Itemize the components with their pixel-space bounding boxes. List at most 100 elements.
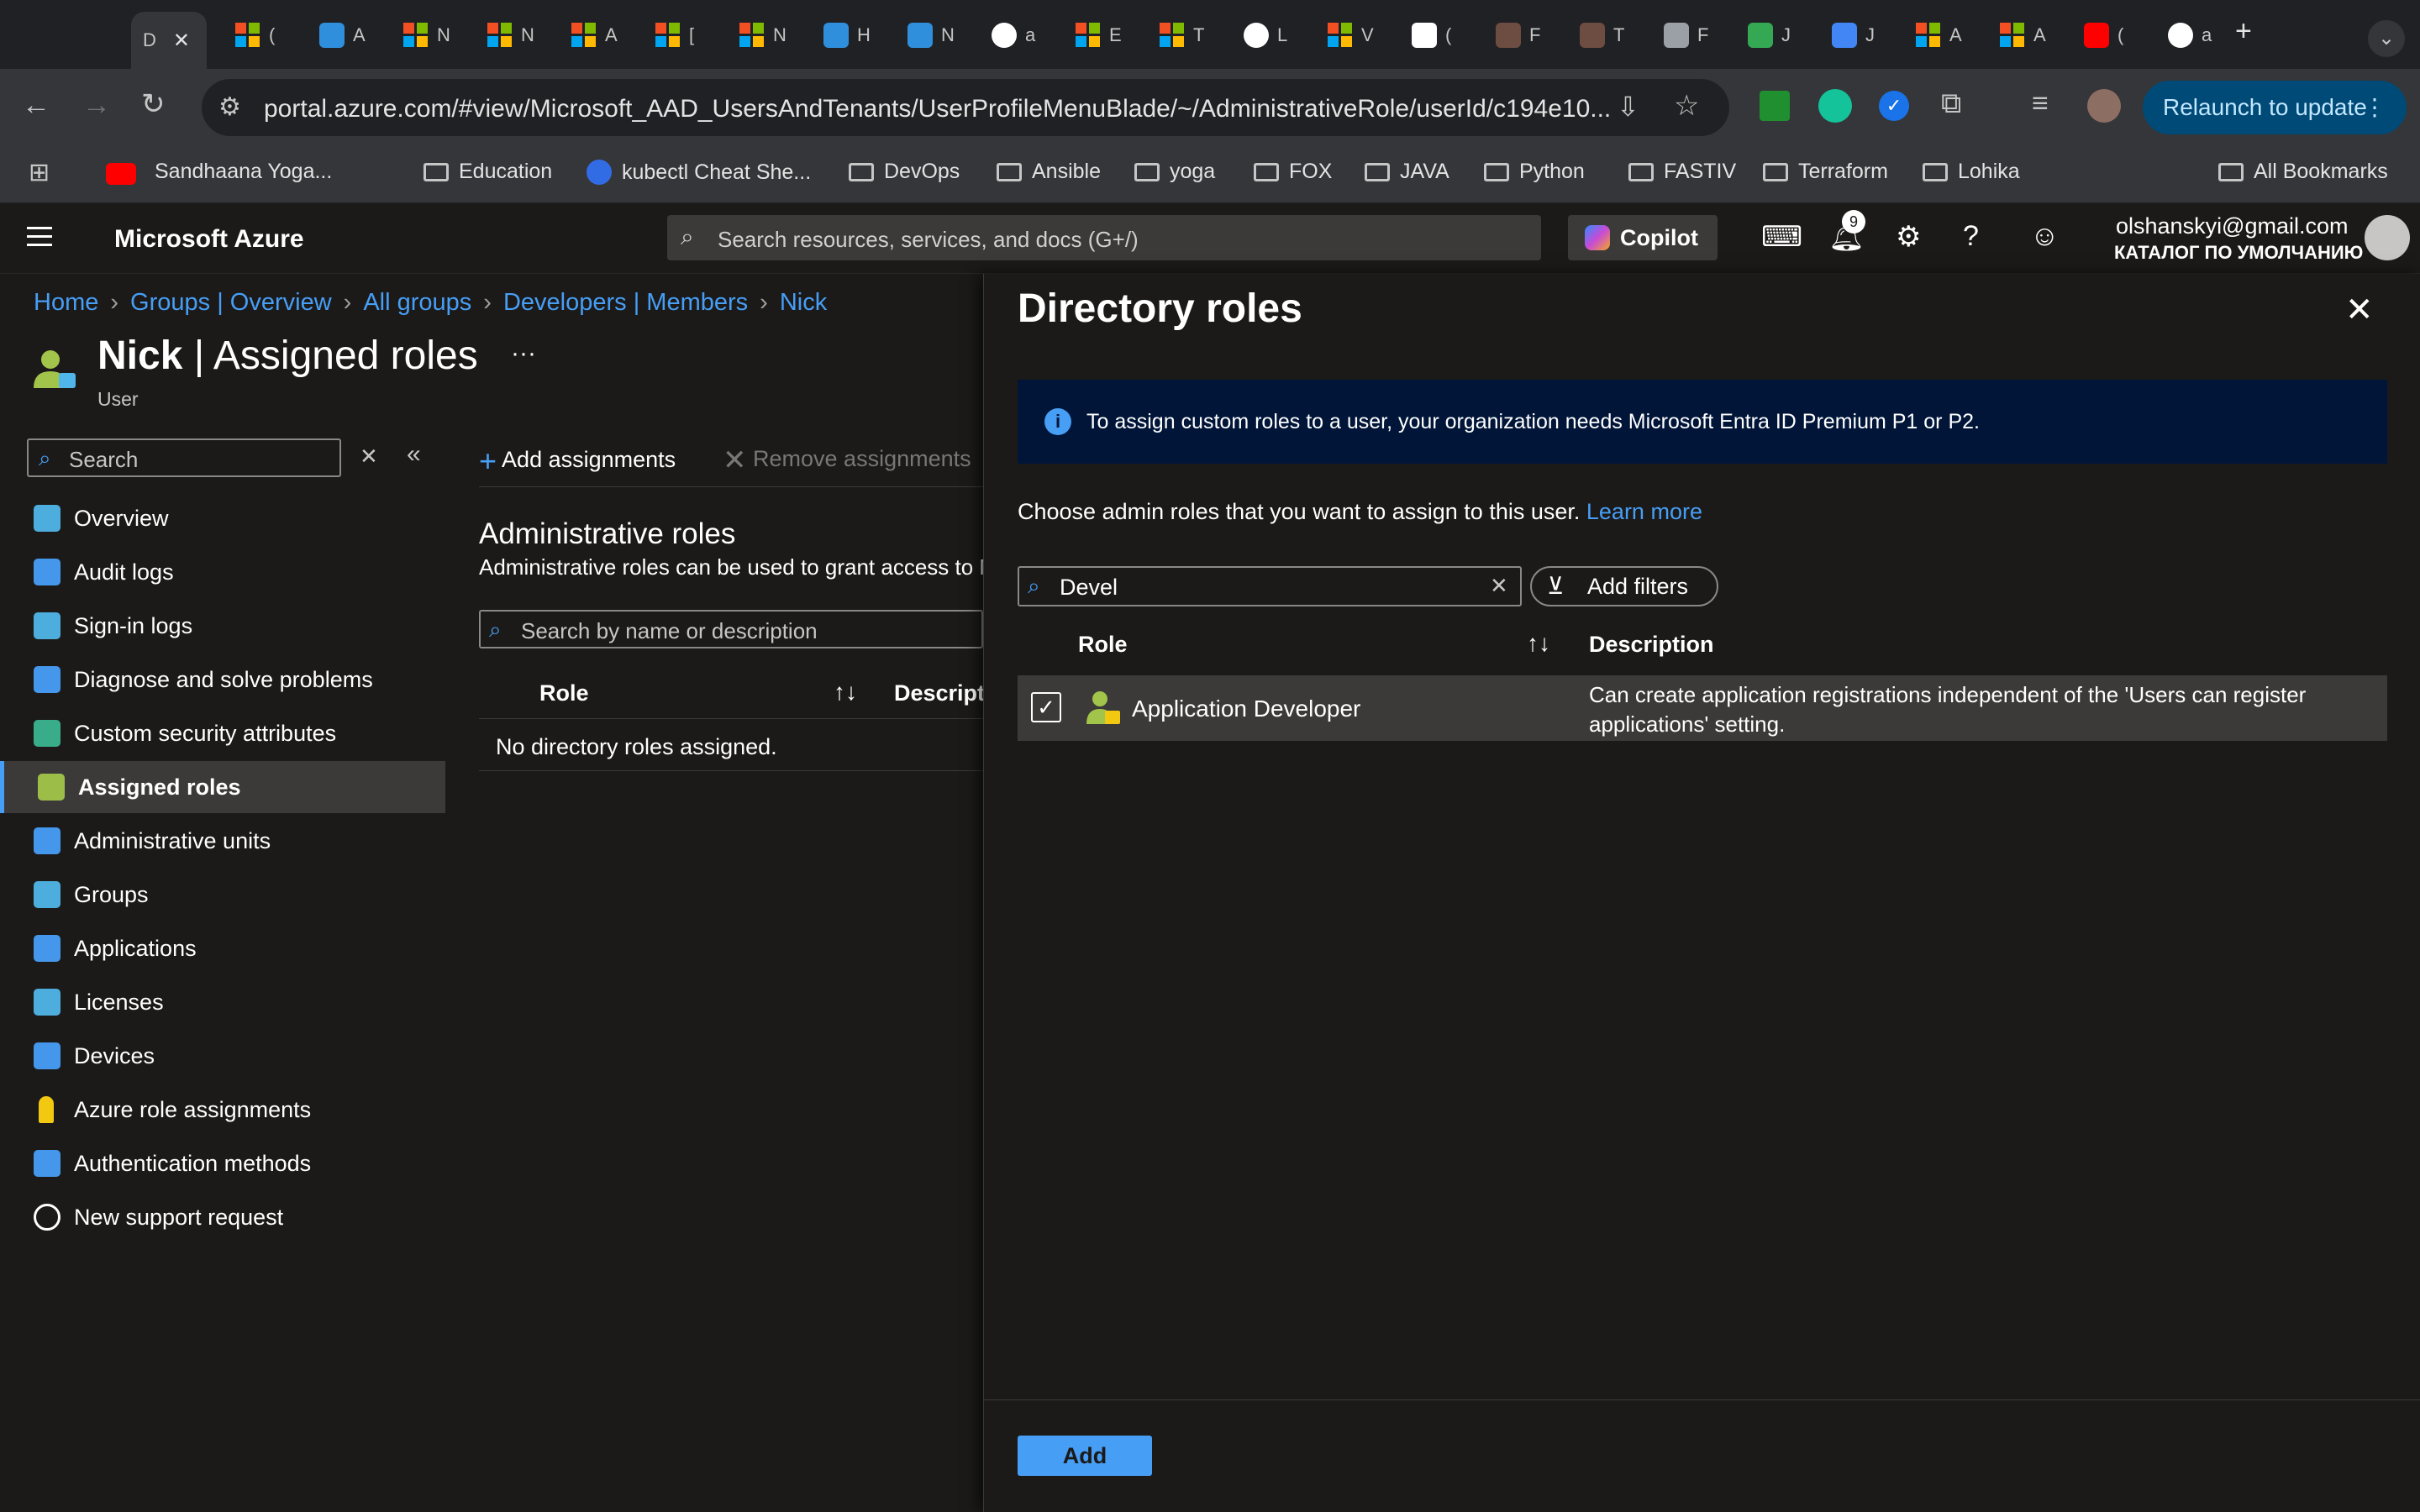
browser-tab[interactable]: a (980, 18, 1060, 52)
browser-tab[interactable]: A (1988, 18, 2069, 52)
feedback-icon[interactable]: ☺ (2030, 220, 2060, 253)
breadcrumb-groups-overview[interactable]: Groups | Overview (130, 289, 332, 316)
nav-item[interactable]: Applications (0, 922, 445, 974)
nav-item[interactable]: Authentication methods (0, 1137, 445, 1189)
browser-tab[interactable]: L (1232, 18, 1313, 52)
nav-item[interactable]: Administrative units (0, 815, 445, 867)
youtube-bookmark-icon[interactable] (106, 163, 136, 185)
bookmark-item[interactable]: kubectl Cheat She... (587, 160, 811, 185)
bookmark-item[interactable]: Terraform (1763, 160, 1888, 184)
remove-assignments-button[interactable]: ✕ Remove assignments (723, 444, 971, 477)
all-bookmarks[interactable]: All Bookmarks (2218, 160, 2388, 184)
row-checkbox[interactable]: ✓ (1031, 692, 1061, 722)
browser-tab[interactable]: T (1148, 18, 1228, 52)
browser-tab[interactable]: H (812, 18, 892, 52)
settings-gear-icon[interactable]: ⚙ (1896, 220, 1921, 254)
close-icon[interactable]: ✕ (2345, 291, 2374, 329)
bookmark-item[interactable]: Ansible (997, 160, 1101, 184)
browser-tab-active[interactable]: D ✕ (131, 12, 207, 69)
copilot-button[interactable]: Copilot (1568, 215, 1718, 260)
browser-tab[interactable]: A (1904, 18, 1985, 52)
browser-tab[interactable]: ( (1400, 18, 1481, 52)
bookmark-item[interactable]: Lohika (1923, 160, 2020, 184)
col-role[interactable]: Role (539, 680, 589, 706)
browser-tab[interactable]: ( (2072, 18, 2153, 52)
browser-tab[interactable]: N (728, 18, 808, 52)
browser-tab[interactable]: N (896, 18, 976, 52)
col-description[interactable]: Descripti (894, 680, 992, 706)
browser-tab[interactable]: F (1484, 18, 1565, 52)
roles-search-input[interactable]: ⌕ Search by name or description (479, 610, 983, 648)
browser-tab[interactable]: A (308, 18, 388, 52)
global-search-input[interactable]: ⌕ Search resources, services, and docs (… (667, 215, 1541, 260)
breadcrumb-developers-members[interactable]: Developers | Members (503, 289, 748, 316)
breadcrumb-nick[interactable]: Nick (780, 289, 827, 316)
hamburger-menu-icon[interactable] (27, 227, 52, 252)
nav-item[interactable]: Diagnose and solve problems (0, 654, 445, 706)
browser-tab[interactable]: [ (644, 18, 724, 52)
bookmark-item[interactable]: FASTIV (1628, 160, 1736, 184)
browser-tab[interactable]: a (2156, 18, 2237, 52)
extensions-puzzle-icon[interactable]: ⧉ (1941, 87, 1961, 120)
add-button[interactable]: Add (1018, 1436, 1152, 1476)
nav-item[interactable]: Custom security attributes (0, 707, 445, 759)
nav-item[interactable]: New support request (0, 1191, 445, 1243)
tab-search-icon[interactable]: ⌄ (2368, 20, 2405, 57)
add-assignments-button[interactable]: + Add assignments (479, 444, 676, 479)
nav-item[interactable]: Assigned roles (0, 761, 445, 813)
nav-item[interactable]: Licenses (0, 976, 445, 1028)
collapse-nav-icon[interactable]: « (407, 440, 421, 469)
menu-dots-icon[interactable]: ⋮ (2363, 81, 2386, 134)
browser-tab[interactable]: F (1652, 18, 1733, 52)
clear-filter-icon[interactable]: ✕ (1490, 573, 1508, 599)
browser-tab[interactable]: T (1568, 18, 1649, 52)
clear-search-icon[interactable]: ✕ (360, 444, 378, 470)
nav-item[interactable]: Sign-in logs (0, 600, 445, 652)
account-directory[interactable]: КАТАЛОГ ПО УМОЛЧАНИЮ (2114, 242, 2363, 264)
new-tab-icon[interactable]: + (2235, 15, 2252, 48)
learn-more-link[interactable]: Learn more (1586, 499, 1702, 524)
browser-tab[interactable]: J (1820, 18, 1901, 52)
breadcrumb-all-groups[interactable]: All groups (363, 289, 471, 316)
cloud-shell-icon[interactable]: ⌨ (1761, 220, 1802, 254)
sort-icon[interactable]: ↑↓ (1527, 630, 1550, 657)
browser-tab[interactable]: N (476, 18, 556, 52)
bookmark-item[interactable]: Sandhaana Yoga... (155, 160, 332, 184)
nav-item[interactable]: Groups (0, 869, 445, 921)
azure-brand[interactable]: Microsoft Azure (114, 225, 304, 254)
bookmark-item[interactable]: yoga (1134, 160, 1215, 184)
browser-tab[interactable]: E (1064, 18, 1144, 52)
media-control-icon[interactable]: ≡ (2032, 87, 2049, 120)
extension-check-icon[interactable]: ✓ (1879, 91, 1909, 121)
reload-icon[interactable]: ↻ (141, 87, 166, 121)
bookmark-item[interactable]: DevOps (849, 160, 960, 184)
profile-avatar-icon[interactable] (2087, 89, 2121, 123)
more-options-icon[interactable]: ··· (511, 339, 536, 368)
table-row[interactable]: ✓ Application Developer Can create appli… (1018, 675, 2387, 741)
browser-tab[interactable]: N (392, 18, 472, 52)
apps-grid-icon[interactable]: ⊞ (29, 158, 50, 187)
extension-green-icon[interactable] (1760, 91, 1790, 121)
bookmark-item[interactable]: JAVA (1365, 160, 1449, 184)
browser-tab[interactable]: V (1316, 18, 1397, 52)
account-email[interactable]: olshanskyi@gmail.com (2116, 213, 2349, 239)
account-avatar[interactable] (2365, 215, 2410, 260)
roles-filter-input[interactable]: ⌕ Devel ✕ (1018, 566, 1522, 606)
bookmark-star-icon[interactable]: ☆ (1674, 89, 1699, 123)
browser-tab[interactable]: J (1736, 18, 1817, 52)
address-bar[interactable]: ⚙ portal.azure.com/#view/Microsoft_AAD_U… (202, 79, 1729, 136)
browser-tab[interactable]: ( (224, 18, 304, 52)
site-info-icon[interactable]: ⚙ (218, 92, 241, 122)
breadcrumb-home[interactable]: Home (34, 289, 98, 316)
nav-item[interactable]: Overview (0, 492, 445, 544)
nav-item[interactable]: Azure role assignments (0, 1084, 445, 1136)
col-description[interactable]: Description (1589, 632, 1714, 658)
add-filters-button[interactable]: ⊻ Add filters (1530, 566, 1718, 606)
bookmark-item[interactable]: Python (1484, 160, 1585, 184)
nav-item[interactable]: Audit logs (0, 546, 445, 598)
browser-tab[interactable]: A (560, 18, 640, 52)
sort-icon[interactable]: ↑↓ (834, 679, 857, 706)
bookmark-item[interactable]: Education (424, 160, 552, 184)
forward-icon[interactable]: → (82, 89, 111, 122)
grammarly-icon[interactable] (1818, 89, 1852, 123)
